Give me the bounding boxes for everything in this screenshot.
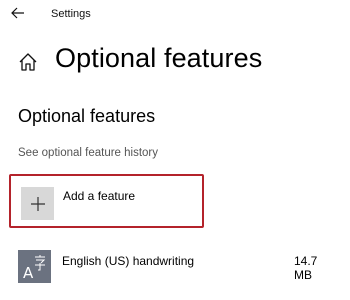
section-title: Optional features	[18, 106, 156, 126]
back-button[interactable]	[9, 4, 27, 22]
feature-item-english-handwriting[interactable]: A English (US) handwriting 14.7 MB	[18, 248, 338, 288]
svg-text:A: A	[23, 264, 34, 282]
add-feature-tile	[21, 187, 54, 220]
page-title: Optional features	[55, 43, 263, 73]
feature-name: English (US) handwriting	[62, 254, 195, 268]
add-feature-label: Add a feature	[63, 189, 136, 203]
settings-window: Settings Optional features Optional feat…	[0, 0, 350, 300]
home-icon	[19, 53, 37, 71]
plus-icon	[30, 196, 45, 211]
app-title: Settings	[51, 8, 91, 20]
optional-feature-history-link[interactable]: See optional feature history	[18, 147, 158, 159]
language-character-icon: A	[18, 250, 51, 283]
feature-size: 14.7 MB	[294, 254, 318, 282]
back-arrow-icon	[11, 7, 24, 19]
add-feature-button[interactable]: Add a feature	[9, 174, 204, 228]
